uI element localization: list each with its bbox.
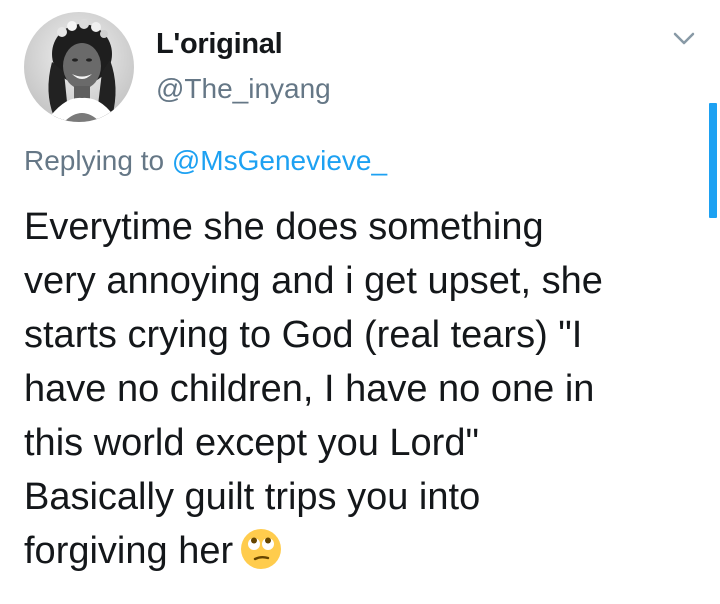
tweet-text-last-line: forgiving her	[24, 524, 704, 586]
tweet-text-line: this world except you Lord"	[24, 422, 479, 464]
tweet-text-line: very annoying and i get upset, she	[24, 260, 603, 302]
tweet-text-line: Everytime she does something	[24, 206, 544, 248]
reply-prefix: Replying to	[24, 145, 165, 176]
tweet-text-line: Basically guilt trips you into	[24, 476, 481, 518]
avatar[interactable]	[24, 12, 134, 122]
reply-to-mention[interactable]: @MsGenevieve_	[172, 145, 387, 176]
tweet: L'original @The_inyang Replying to @MsGe…	[0, 0, 720, 604]
face-with-rolling-eyes-icon	[239, 527, 283, 586]
scroll-indicator[interactable]	[709, 103, 717, 218]
display-name[interactable]: L'original	[156, 28, 283, 61]
user-handle[interactable]: @The_inyang	[156, 73, 331, 105]
reply-context: Replying to @MsGenevieve_	[24, 145, 387, 177]
tweet-text-line: have no children, I have no one in	[24, 368, 595, 410]
tweet-text-line: forgiving her	[24, 530, 234, 572]
tweet-text-line: starts crying to God (real tears) "I	[24, 314, 583, 356]
tweet-text: Everytime she does something very annoyi…	[24, 200, 704, 586]
chevron-down-icon[interactable]	[672, 30, 696, 48]
